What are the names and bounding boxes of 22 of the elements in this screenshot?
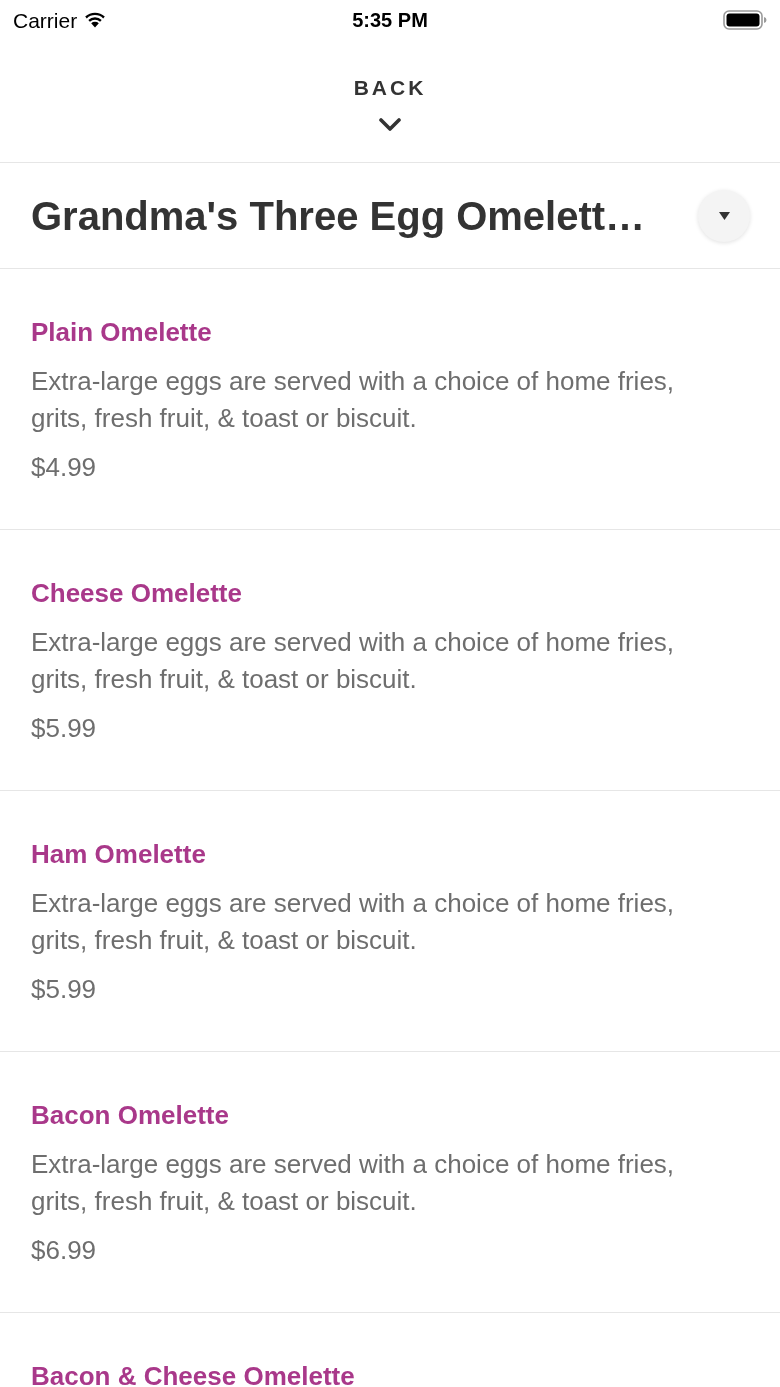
- menu-item-name[interactable]: Bacon Omelette: [31, 1100, 229, 1130]
- menu-item-name[interactable]: Bacon & Cheese Omelette: [31, 1361, 355, 1387]
- menu-item-description: Extra-large eggs are served with a choice of home fries, grits, fresh fruit, & toast or biscuit.: [31, 887, 676, 957]
- wifi-icon: [83, 11, 108, 29]
- menu-item-description: Extra-large eggs are served with a choice of home fries, grits, fresh fruit, & toast or biscuit.: [31, 1148, 676, 1218]
- carrier-label: Carrier: [13, 9, 78, 31]
- menu-item-price: $5.99: [31, 713, 97, 743]
- category-title: Grandma's Three Egg Omelett…: [31, 192, 646, 239]
- menu-item-name[interactable]: Ham Omelette: [31, 839, 206, 869]
- battery-icon: [723, 10, 767, 30]
- menu-item-name[interactable]: Cheese Omelette: [31, 578, 242, 608]
- menu-item-description: Extra-large eggs are served with a choice of home fries, grits, fresh fruit, & toast or biscuit.: [31, 626, 676, 696]
- menu-item-description: Extra-large eggs are served with a choice of home fries, grits, fresh fruit, & toast or biscuit.: [31, 365, 676, 435]
- category-dropdown-button[interactable]: [698, 189, 750, 242]
- status-time: 5:35 PM: [352, 10, 428, 30]
- menu-item-name[interactable]: Plain Omelette: [31, 317, 212, 347]
- chevron-down-icon: [379, 118, 401, 131]
- back-button[interactable]: BACK: [353, 76, 427, 131]
- caret-down-icon: [718, 211, 730, 220]
- menu-item-price: $5.99: [31, 974, 97, 1004]
- menu-item-price: $6.99: [31, 1235, 97, 1265]
- menu-item-price: $4.99: [31, 452, 97, 482]
